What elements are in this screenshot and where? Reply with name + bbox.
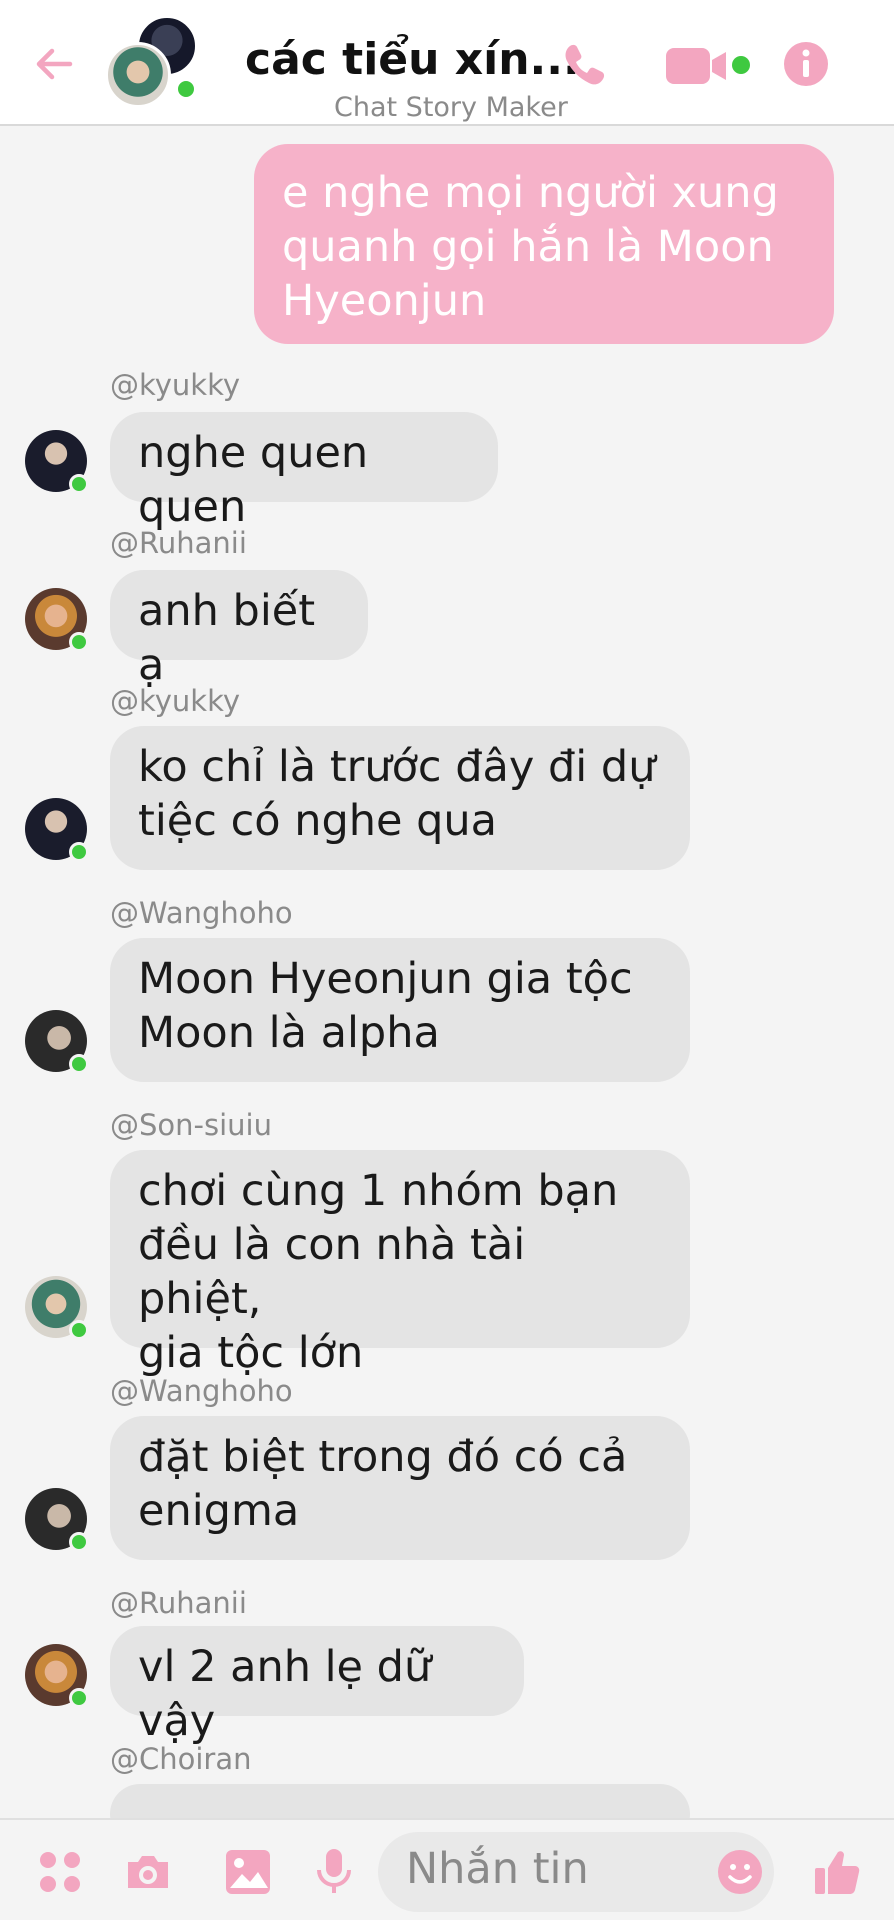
sender-name: @kyukky [110, 368, 241, 402]
online-indicator [69, 1688, 89, 1708]
online-indicator [69, 474, 89, 494]
online-indicator [69, 632, 89, 652]
chat-header: các tiểu xín... Chat Story Maker [0, 0, 894, 126]
message-line: Hyeonjun [282, 276, 487, 326]
message-line: Moon Hyeonjun gia tộc [138, 954, 633, 1004]
message-line: nghe quen quen [138, 428, 369, 532]
info-icon[interactable] [782, 40, 830, 88]
sender-name: @Ruhanii [110, 1586, 247, 1620]
avatar[interactable] [25, 1010, 89, 1074]
message-line: vl 2 anh lẹ dữ vậy [138, 1642, 432, 1746]
avatar[interactable] [25, 588, 89, 652]
message-bubble-received[interactable]: vl 2 anh lẹ dữ vậy [110, 1626, 524, 1746]
message-line: Moon là alpha [138, 1008, 440, 1058]
message-line: đều là con nhà tài phiệt, [138, 1220, 526, 1324]
thumbs-up-icon[interactable] [812, 1846, 864, 1898]
sender-name: @Ruhanii [110, 526, 247, 560]
message-bubble-sent[interactable]: e nghe mọi người xung quanh gọi hắn là M… [254, 144, 834, 344]
online-indicator [175, 78, 197, 100]
message-line: ko chỉ là trước đây đi dự [138, 742, 656, 792]
message-input-placeholder: Nhắn tin [406, 1844, 589, 1894]
sender-name: @Choiran [110, 1742, 252, 1776]
online-indicator [69, 1532, 89, 1552]
image-icon[interactable] [222, 1846, 274, 1898]
chat-title[interactable]: các tiểu xín... [245, 34, 580, 85]
video-online-dot [732, 56, 750, 74]
message-bubble-received[interactable]: anh biết ạ [110, 570, 368, 690]
avatar[interactable] [25, 1644, 89, 1708]
sender-name: @Wanghoho [110, 896, 293, 930]
message-bubble-received[interactable]: đặt biệt trong đó có cả enigma [110, 1416, 690, 1560]
message-line: gia tộc lớn [138, 1328, 364, 1378]
emoji-icon[interactable] [716, 1848, 764, 1896]
group-avatar[interactable] [105, 16, 197, 108]
message-line: quanh gọi hắn là Moon [282, 222, 774, 272]
message-line: enigma [138, 1486, 300, 1536]
microphone-icon[interactable] [308, 1846, 360, 1898]
avatar[interactable] [25, 798, 89, 862]
sender-name: @Son-siuiu [110, 1108, 272, 1142]
chat-subtitle: Chat Story Maker [334, 92, 568, 123]
message-line: anh biết ạ [138, 586, 316, 690]
phone-icon[interactable] [556, 38, 612, 94]
online-indicator [69, 842, 89, 862]
message-bubble-received[interactable]: Moon Hyeonjun gia tộc Moon là alpha [110, 938, 690, 1082]
avatar[interactable] [25, 1276, 89, 1340]
back-arrow-icon[interactable] [30, 40, 78, 88]
online-indicator [69, 1054, 89, 1074]
message-line: e nghe mọi người xung [282, 168, 779, 218]
message-line: tiệc có nghe qua [138, 796, 498, 846]
member-avatar-front [105, 42, 171, 108]
message-line: chơi cùng 1 nhóm bạn [138, 1166, 619, 1216]
camera-icon[interactable] [122, 1846, 174, 1898]
message-bubble-received[interactable]: nghe quen quen [110, 412, 498, 532]
video-camera-icon[interactable] [664, 44, 730, 88]
online-indicator [69, 1320, 89, 1340]
sender-name: @kyukky [110, 684, 241, 718]
sender-name: @Wanghoho [110, 1374, 293, 1408]
composer-bar: Nhắn tin [0, 1818, 894, 1920]
avatar[interactable] [25, 430, 89, 494]
message-bubble-received[interactable]: chơi cùng 1 nhóm bạn đều là con nhà tài … [110, 1150, 690, 1378]
avatar[interactable] [25, 1488, 89, 1552]
message-bubble-received[interactable]: ko chỉ là trước đây đi dự tiệc có nghe q… [110, 726, 690, 870]
message-input[interactable]: Nhắn tin [378, 1832, 774, 1912]
message-line: đặt biệt trong đó có cả [138, 1432, 628, 1482]
apps-icon[interactable] [34, 1846, 86, 1898]
